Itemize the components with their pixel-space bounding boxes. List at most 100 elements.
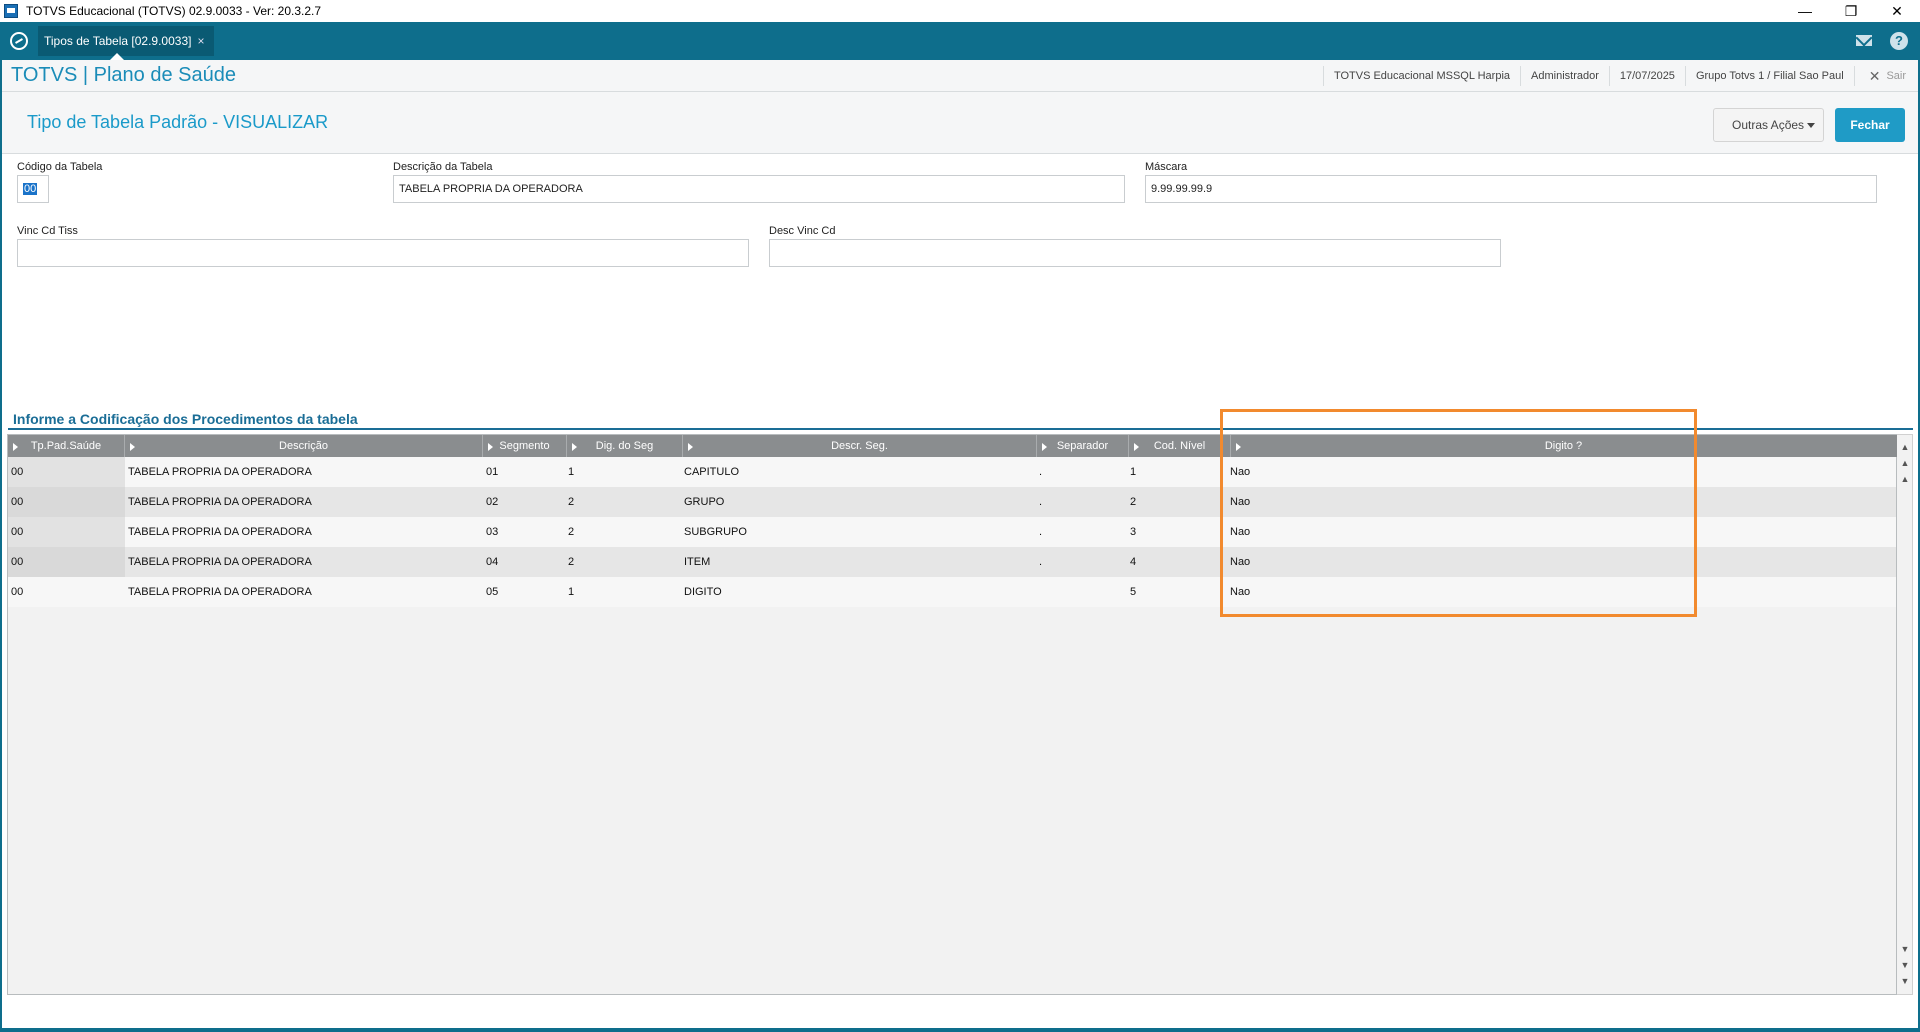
column-header-descr-seg[interactable]: Descr. Seg. xyxy=(683,435,1037,457)
cell-tp-pad-saude: 00 xyxy=(8,487,125,517)
scroll-up-icon[interactable]: ▲ xyxy=(1900,471,1910,487)
cell-dig-do-seg: 1 xyxy=(568,466,575,478)
close-window-icon[interactable]: ✕ xyxy=(1874,0,1920,22)
column-arrow-icon xyxy=(488,443,493,451)
column-arrow-icon xyxy=(130,443,135,451)
window-border-bottom xyxy=(0,1028,1920,1032)
cell-separador: . xyxy=(1039,526,1043,538)
scroll-top-icon[interactable]: ▲ xyxy=(1900,439,1910,455)
cell-descricao: TABELA PROPRIA DA OPERADORA xyxy=(128,496,312,508)
cell-cod-nivel: 1 xyxy=(1130,466,1137,478)
vinc-cd-tiss-field[interactable] xyxy=(17,239,749,267)
column-header-segmento[interactable]: Segmento xyxy=(483,435,567,457)
cell-descr-seg: GRUPO xyxy=(684,496,725,508)
cell-descricao: TABELA PROPRIA DA OPERADORA xyxy=(128,466,312,478)
scroll-page-down-icon[interactable]: ▼ xyxy=(1900,957,1910,973)
cell-cod-nivel: 3 xyxy=(1130,526,1137,538)
user-label: Administrador xyxy=(1520,66,1609,86)
cell-dig-do-seg: 1 xyxy=(568,586,575,598)
codigo-field[interactable]: 00 xyxy=(17,175,49,203)
cell-descr-seg: SUBGRUPO xyxy=(684,526,747,538)
cell-segmento: 04 xyxy=(486,556,499,568)
chevron-down-icon xyxy=(1807,123,1815,128)
tab-close-icon[interactable]: × xyxy=(197,34,204,48)
column-header-cod-nivel[interactable]: Cod. Nível xyxy=(1129,435,1231,457)
column-arrow-icon xyxy=(1042,443,1047,451)
mascara-label: Máscara xyxy=(1145,161,1188,173)
column-arrow-icon xyxy=(1134,443,1139,451)
descricao-field[interactable]: TABELA PROPRIA DA OPERADORA xyxy=(393,175,1125,203)
branch-label[interactable]: Grupo Totvs 1 / Filial Sao Paul xyxy=(1684,66,1854,86)
column-header-dig-do-seg[interactable]: Dig. do Seg xyxy=(567,435,683,457)
column-arrow-icon xyxy=(688,443,693,451)
vinc-cd-tiss-label: Vinc Cd Tiss xyxy=(17,225,78,237)
cell-segmento: 05 xyxy=(486,586,499,598)
minimize-icon[interactable]: — xyxy=(1782,0,1828,22)
cell-separador: . xyxy=(1039,556,1043,568)
help-icon[interactable]: ? xyxy=(1890,32,1908,50)
scroll-down-icon[interactable]: ▼ xyxy=(1900,941,1910,957)
scroll-bottom-icon[interactable]: ▼ xyxy=(1900,973,1910,989)
window-border-left xyxy=(0,60,2,1032)
cell-segmento: 01 xyxy=(486,466,499,478)
mascara-field[interactable]: 9.99.99.99.9 xyxy=(1145,175,1877,203)
cell-tp-pad-saude: 00 xyxy=(8,517,125,547)
cell-descr-seg: CAPITULO xyxy=(684,466,740,478)
app-icon xyxy=(4,4,18,18)
close-button[interactable]: Fechar xyxy=(1835,108,1905,142)
column-header-descricao[interactable]: Descrição xyxy=(125,435,483,457)
cell-cod-nivel: 5 xyxy=(1130,586,1137,598)
cell-segmento: 03 xyxy=(486,526,499,538)
grid-vertical-scrollbar[interactable]: ▲ ▲ ▲ ▼ ▼ ▼ xyxy=(1897,434,1913,995)
page-header: Tipo de Tabela Padrão - VISUALIZAR Outra… xyxy=(0,92,1920,154)
cell-descr-seg: ITEM xyxy=(684,556,711,568)
cell-dig-do-seg: 2 xyxy=(568,556,575,568)
window-titlebar: TOTVS Educacional (TOTVS) 02.9.0033 - Ve… xyxy=(0,0,1920,22)
cell-dig-do-seg: 2 xyxy=(568,496,575,508)
cell-descricao: TABELA PROPRIA DA OPERADORA xyxy=(128,586,312,598)
environment-label: TOTVS Educacional MSSQL Harpia xyxy=(1322,66,1520,86)
column-header-separador[interactable]: Separador xyxy=(1037,435,1129,457)
cell-tp-pad-saude: 00 xyxy=(11,586,24,598)
app-header: TOTVS | Plano de Saúde TOTVS Educacional… xyxy=(0,60,1920,92)
scroll-page-up-icon[interactable]: ▲ xyxy=(1900,455,1910,471)
other-actions-label: Outras Ações xyxy=(1732,118,1805,132)
cell-tp-pad-saude: 00 xyxy=(8,547,125,577)
cell-descricao: TABELA PROPRIA DA OPERADORA xyxy=(128,556,312,568)
cell-cod-nivel: 2 xyxy=(1130,496,1137,508)
descricao-label: Descrição da Tabela xyxy=(393,161,493,173)
mail-icon[interactable] xyxy=(1856,35,1872,46)
page-title: Tipo de Tabela Padrão - VISUALIZAR xyxy=(27,112,329,132)
restore-icon[interactable]: ❐ xyxy=(1828,0,1874,22)
section-title: Informe a Codificação dos Procedimentos … xyxy=(13,411,358,427)
tab-tipos-de-tabela[interactable]: Tipos de Tabela [02.9.0033] × xyxy=(38,26,215,56)
home-icon[interactable] xyxy=(10,32,28,50)
mascara-value: 9.99.99.99.9 xyxy=(1151,183,1213,195)
codigo-value: 00 xyxy=(23,183,38,195)
exit-button[interactable]: ✕ Sair xyxy=(1853,66,1920,86)
highlight-box-digito-column xyxy=(1220,409,1697,617)
window-title: TOTVS Educacional (TOTVS) 02.9.0033 - Ve… xyxy=(26,4,322,18)
desc-vinc-cd-label: Desc Vinc Cd xyxy=(769,225,836,237)
brand-title: TOTVS | Plano de Saúde xyxy=(11,64,236,86)
cell-tp-pad-saude: 00 xyxy=(8,457,125,487)
codigo-label: Código da Tabela xyxy=(17,161,103,173)
other-actions-button[interactable]: Outras Ações xyxy=(1713,108,1824,142)
exit-label: Sair xyxy=(1886,70,1906,82)
cell-cod-nivel: 4 xyxy=(1130,556,1137,568)
cell-dig-do-seg: 2 xyxy=(568,526,575,538)
cell-separador: . xyxy=(1039,496,1043,508)
tab-strip: Tipos de Tabela [02.9.0033] × ? xyxy=(0,22,1920,60)
date-label: 17/07/2025 xyxy=(1608,66,1685,86)
column-arrow-icon xyxy=(572,443,577,451)
window-controls: — ❐ ✕ xyxy=(1782,0,1920,22)
tab-label: Tipos de Tabela [02.9.0033] xyxy=(44,34,192,48)
column-header-tp-pad-saude[interactable]: Tp.Pad.Saúde xyxy=(8,435,125,457)
exit-icon: ✕ xyxy=(1868,68,1881,84)
cell-descr-seg: DIGITO xyxy=(684,586,722,598)
cell-descricao: TABELA PROPRIA DA OPERADORA xyxy=(128,526,312,538)
descricao-value: TABELA PROPRIA DA OPERADORA xyxy=(399,183,583,195)
column-arrow-icon xyxy=(13,443,18,451)
desc-vinc-cd-field[interactable] xyxy=(769,239,1501,267)
active-tab-caret xyxy=(110,53,124,60)
